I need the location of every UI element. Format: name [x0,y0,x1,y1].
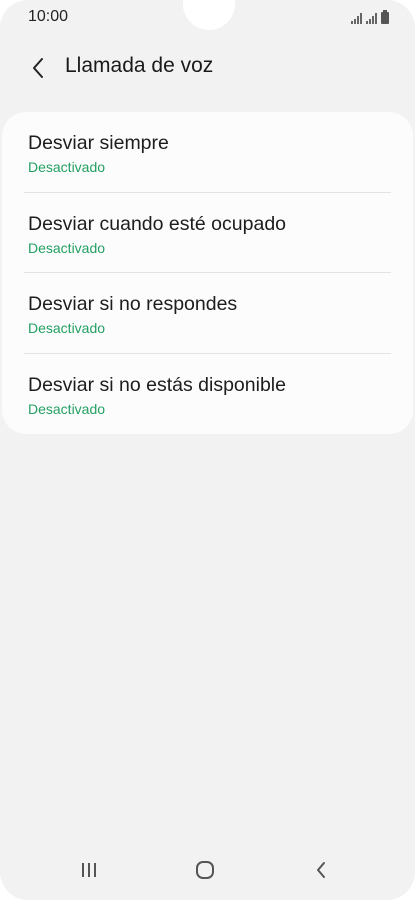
list-item-title: Desviar siempre [28,132,169,154]
forwarding-options-card: Desviar siempre Desactivado Desviar cuan… [2,112,413,434]
page-title: Llamada de voz [65,54,214,77]
nav-back-button[interactable] [301,852,341,888]
list-item-forward-when-busy[interactable]: Desviar cuando esté ocupado Desactivado [2,193,413,273]
list-item-forward-no-answer[interactable]: Desviar si no respondes Desactivado [2,273,413,354]
list-item-status: Desactivado [28,320,106,336]
list-item-always-forward[interactable]: Desviar siempre Desactivado [2,112,413,193]
home-icon [196,861,214,879]
status-time: 10:00 [28,8,69,25]
phone-screen: 10:00 Llamada de voz Desviar siempre Des… [0,0,415,900]
back-icon [317,862,325,878]
app-header: Llamada de voz [0,46,415,90]
battery-icon [381,10,389,24]
status-bar: 10:00 [0,0,415,36]
recents-icon [82,863,96,877]
list-item-forward-unreachable[interactable]: Desviar si no estás disponible Desactiva… [2,354,413,435]
signal-icon-2 [366,12,377,24]
list-item-status: Desactivado [28,159,106,175]
list-item-title: Desviar si no estás disponible [28,373,286,396]
recents-button[interactable] [69,852,109,888]
list-item-status: Desactivado [28,400,106,417]
status-icons [351,10,389,24]
navigation-bar [0,844,415,900]
chevron-left-icon [33,58,43,78]
home-button[interactable] [185,852,225,888]
back-button[interactable] [20,50,56,86]
signal-icon [351,12,362,24]
list-item-title: Desviar si no respondes [28,293,238,315]
list-item-status: Desactivado [28,239,106,256]
camera-notch [183,0,235,30]
list-item-title: Desviar cuando esté ocupado [28,212,287,235]
